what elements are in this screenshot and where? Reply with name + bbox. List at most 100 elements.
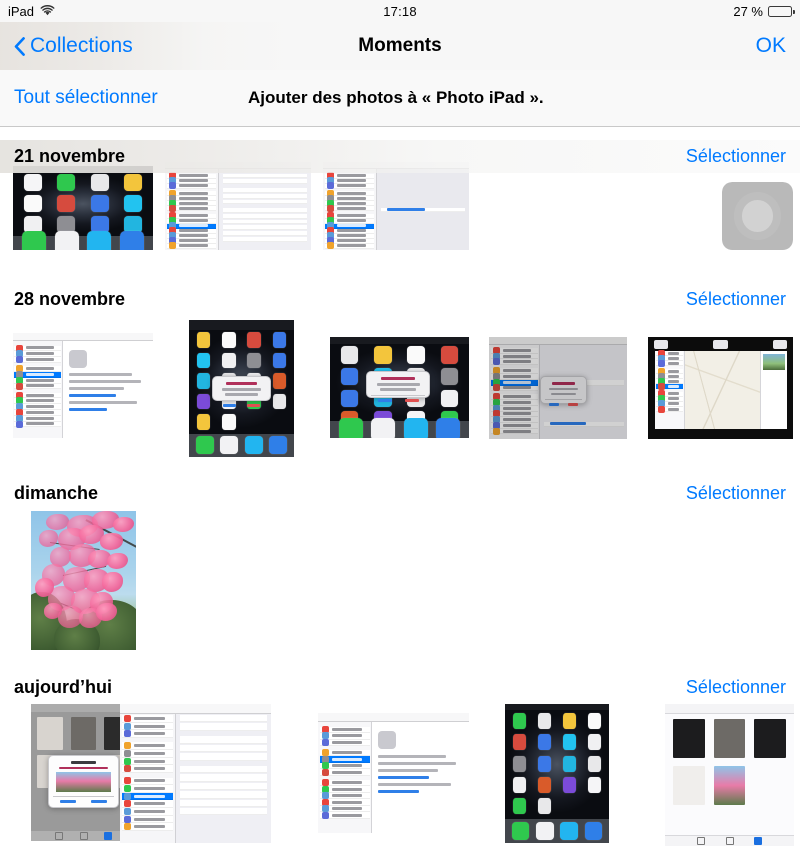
- moment-date-label: aujourd’hui: [14, 677, 112, 697]
- navigation-bar: Collections Moments OK: [0, 22, 800, 70]
- app-icon: [538, 734, 552, 751]
- select-all-button[interactable]: Tout sélectionner: [14, 87, 158, 109]
- app-icon: [560, 822, 578, 840]
- moment-select-button[interactable]: Sélectionner: [686, 483, 786, 504]
- moment-select-button[interactable]: Sélectionner: [686, 289, 786, 310]
- moments-scroll-area[interactable]: 21 novembre Sélectionner 28 novembre Sélect…: [0, 127, 800, 854]
- app-icon: [197, 393, 211, 410]
- settings-detail-row: [222, 231, 308, 237]
- settings-row: [121, 823, 174, 831]
- photo-thumbnail[interactable]: [722, 182, 793, 250]
- photo-thumbnail[interactable]: [665, 703, 794, 846]
- battery-percent-label: 27 %: [733, 3, 763, 19]
- settings-row: [319, 811, 370, 819]
- settings-row: [121, 765, 174, 774]
- settings-detail-row: [179, 799, 268, 807]
- app-icon: [511, 822, 530, 840]
- settings-detail-row: [222, 199, 308, 205]
- settings-row: [14, 420, 61, 428]
- app-icon: [538, 798, 552, 815]
- app-icon: [21, 230, 46, 250]
- alert-dialog: [47, 754, 120, 808]
- app-icon: [587, 712, 601, 730]
- moment-section-header: dimanche Sélectionner: [0, 477, 800, 510]
- app-icon: [272, 332, 286, 348]
- settings-row: [121, 800, 174, 809]
- app-icon: [562, 776, 576, 794]
- settings-link-row: [543, 421, 624, 428]
- selection-toolbar: Tout sélectionner Ajouter des photos à «…: [0, 70, 800, 127]
- settings-detail-row: [179, 753, 268, 761]
- settings-detail-row: [179, 807, 268, 816]
- ipad-home-screenshot: [330, 337, 469, 438]
- settings-row: [166, 242, 217, 250]
- moment-select-button[interactable]: Sélectionner: [686, 146, 786, 167]
- status-bar-clock: 17:18: [383, 3, 417, 19]
- cherry-blossom-image: [31, 511, 136, 650]
- settings-row: [121, 730, 174, 738]
- app-icon: [587, 776, 601, 794]
- app-icon: [197, 373, 211, 389]
- app-icon: [513, 798, 527, 815]
- app-icon: [272, 373, 286, 389]
- maps-screenshot: [648, 337, 793, 439]
- app-icon: [562, 712, 576, 730]
- app-icon: [535, 822, 554, 840]
- app-icon: [584, 822, 603, 840]
- app-icon: [197, 332, 211, 348]
- app-icon: [436, 417, 461, 438]
- photo-thumbnail[interactable]: [323, 162, 469, 250]
- settings-detail-row: [179, 765, 268, 774]
- app-icon: [124, 194, 143, 213]
- app-icon: [440, 367, 459, 386]
- app-icon: [222, 352, 236, 369]
- app-icon: [587, 734, 601, 751]
- app-icon: [247, 332, 261, 348]
- settings-detail-row: [222, 219, 308, 225]
- settings-screenshot: [489, 337, 627, 439]
- app-icon: [57, 173, 76, 192]
- app-icon: [562, 734, 576, 751]
- app-icon: [220, 436, 239, 455]
- app-icon: [272, 393, 286, 410]
- settings-detail-row: [222, 179, 308, 185]
- photo-thumbnail[interactable]: [648, 337, 793, 439]
- done-button[interactable]: OK: [756, 34, 786, 58]
- photo-thumbnail[interactable]: [505, 700, 609, 843]
- settings-detail-row: [222, 237, 308, 242]
- app-icon: [538, 776, 552, 794]
- app-icon: [538, 712, 552, 730]
- settings-detail-row: [179, 774, 268, 782]
- settings-row: [121, 777, 174, 786]
- app-icon: [513, 712, 527, 730]
- moment-date-label: 21 novembre: [14, 146, 126, 166]
- moment-select-button[interactable]: Sélectionner: [686, 677, 786, 698]
- settings-row: [656, 405, 684, 413]
- photo-thumbnail[interactable]: [189, 320, 294, 457]
- photo-thumbnail[interactable]: [13, 333, 153, 438]
- moment-section-header: 28 novembre Sélectionner: [0, 283, 800, 316]
- photo-thumbnail[interactable]: [120, 703, 271, 843]
- ipad-home-screenshot: [505, 700, 609, 843]
- settings-detail-row: [222, 213, 308, 219]
- back-button[interactable]: Collections: [14, 34, 133, 58]
- app-icon: [272, 352, 286, 369]
- app-icon: [374, 346, 392, 364]
- photo-placeholder: [722, 182, 793, 250]
- photo-thumbnail[interactable]: [165, 162, 311, 250]
- settings-row: [121, 784, 174, 793]
- app-icon: [513, 734, 527, 751]
- app-icon: [371, 417, 396, 438]
- chevron-left-icon: [14, 36, 25, 56]
- app-icon: [338, 417, 363, 438]
- photo-thumbnail[interactable]: [489, 337, 627, 439]
- photo-thumbnail[interactable]: [318, 713, 469, 833]
- ipad-home-screenshot: [189, 320, 294, 457]
- photo-thumbnail[interactable]: [31, 511, 136, 650]
- settings-detail-row: [222, 225, 308, 231]
- app-icon: [124, 173, 143, 192]
- photo-thumbnail[interactable]: [13, 166, 153, 250]
- app-icon: [54, 230, 79, 250]
- photo-thumbnail[interactable]: [330, 337, 469, 438]
- settings-detail-row: [222, 193, 308, 199]
